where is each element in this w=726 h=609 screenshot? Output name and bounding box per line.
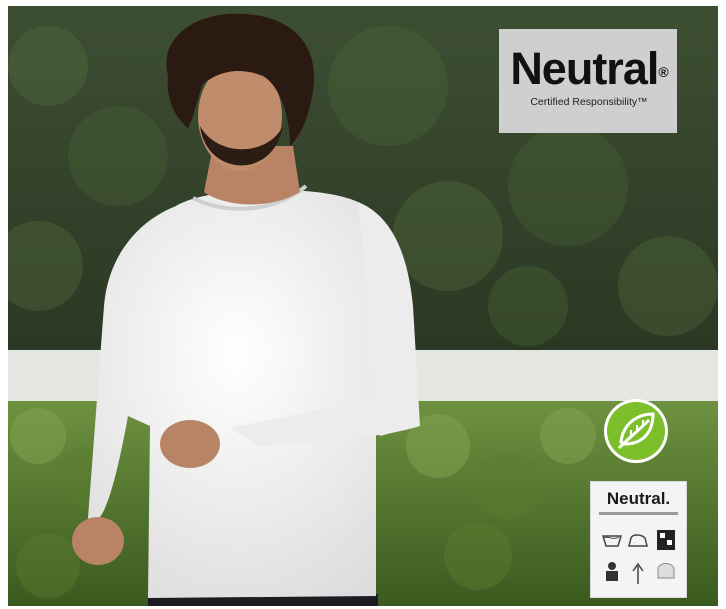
person-icon (606, 562, 618, 581)
care-icons-grid (601, 530, 675, 584)
brand-name: Neutral (510, 43, 659, 94)
certification-icon (657, 530, 675, 550)
iron-icon (628, 534, 648, 547)
left-hand (160, 420, 220, 468)
brand-logo: Neutral® (503, 46, 675, 91)
product-photo-frame: Neutral® Certified Responsibility™ Neutr… (8, 6, 718, 606)
label-brand: Neutral. (606, 489, 671, 508)
right-hand (72, 517, 124, 565)
brand-tagline: Certified Responsibility™ (530, 96, 648, 108)
label-tagline-line (599, 512, 678, 515)
leaf-icon (604, 399, 668, 463)
dry-icon (657, 563, 675, 579)
product-label-card: Neutral. (590, 481, 687, 598)
registered-mark: ® (658, 64, 668, 81)
wash-icon (601, 535, 623, 547)
arrow-up-icon (632, 562, 644, 584)
